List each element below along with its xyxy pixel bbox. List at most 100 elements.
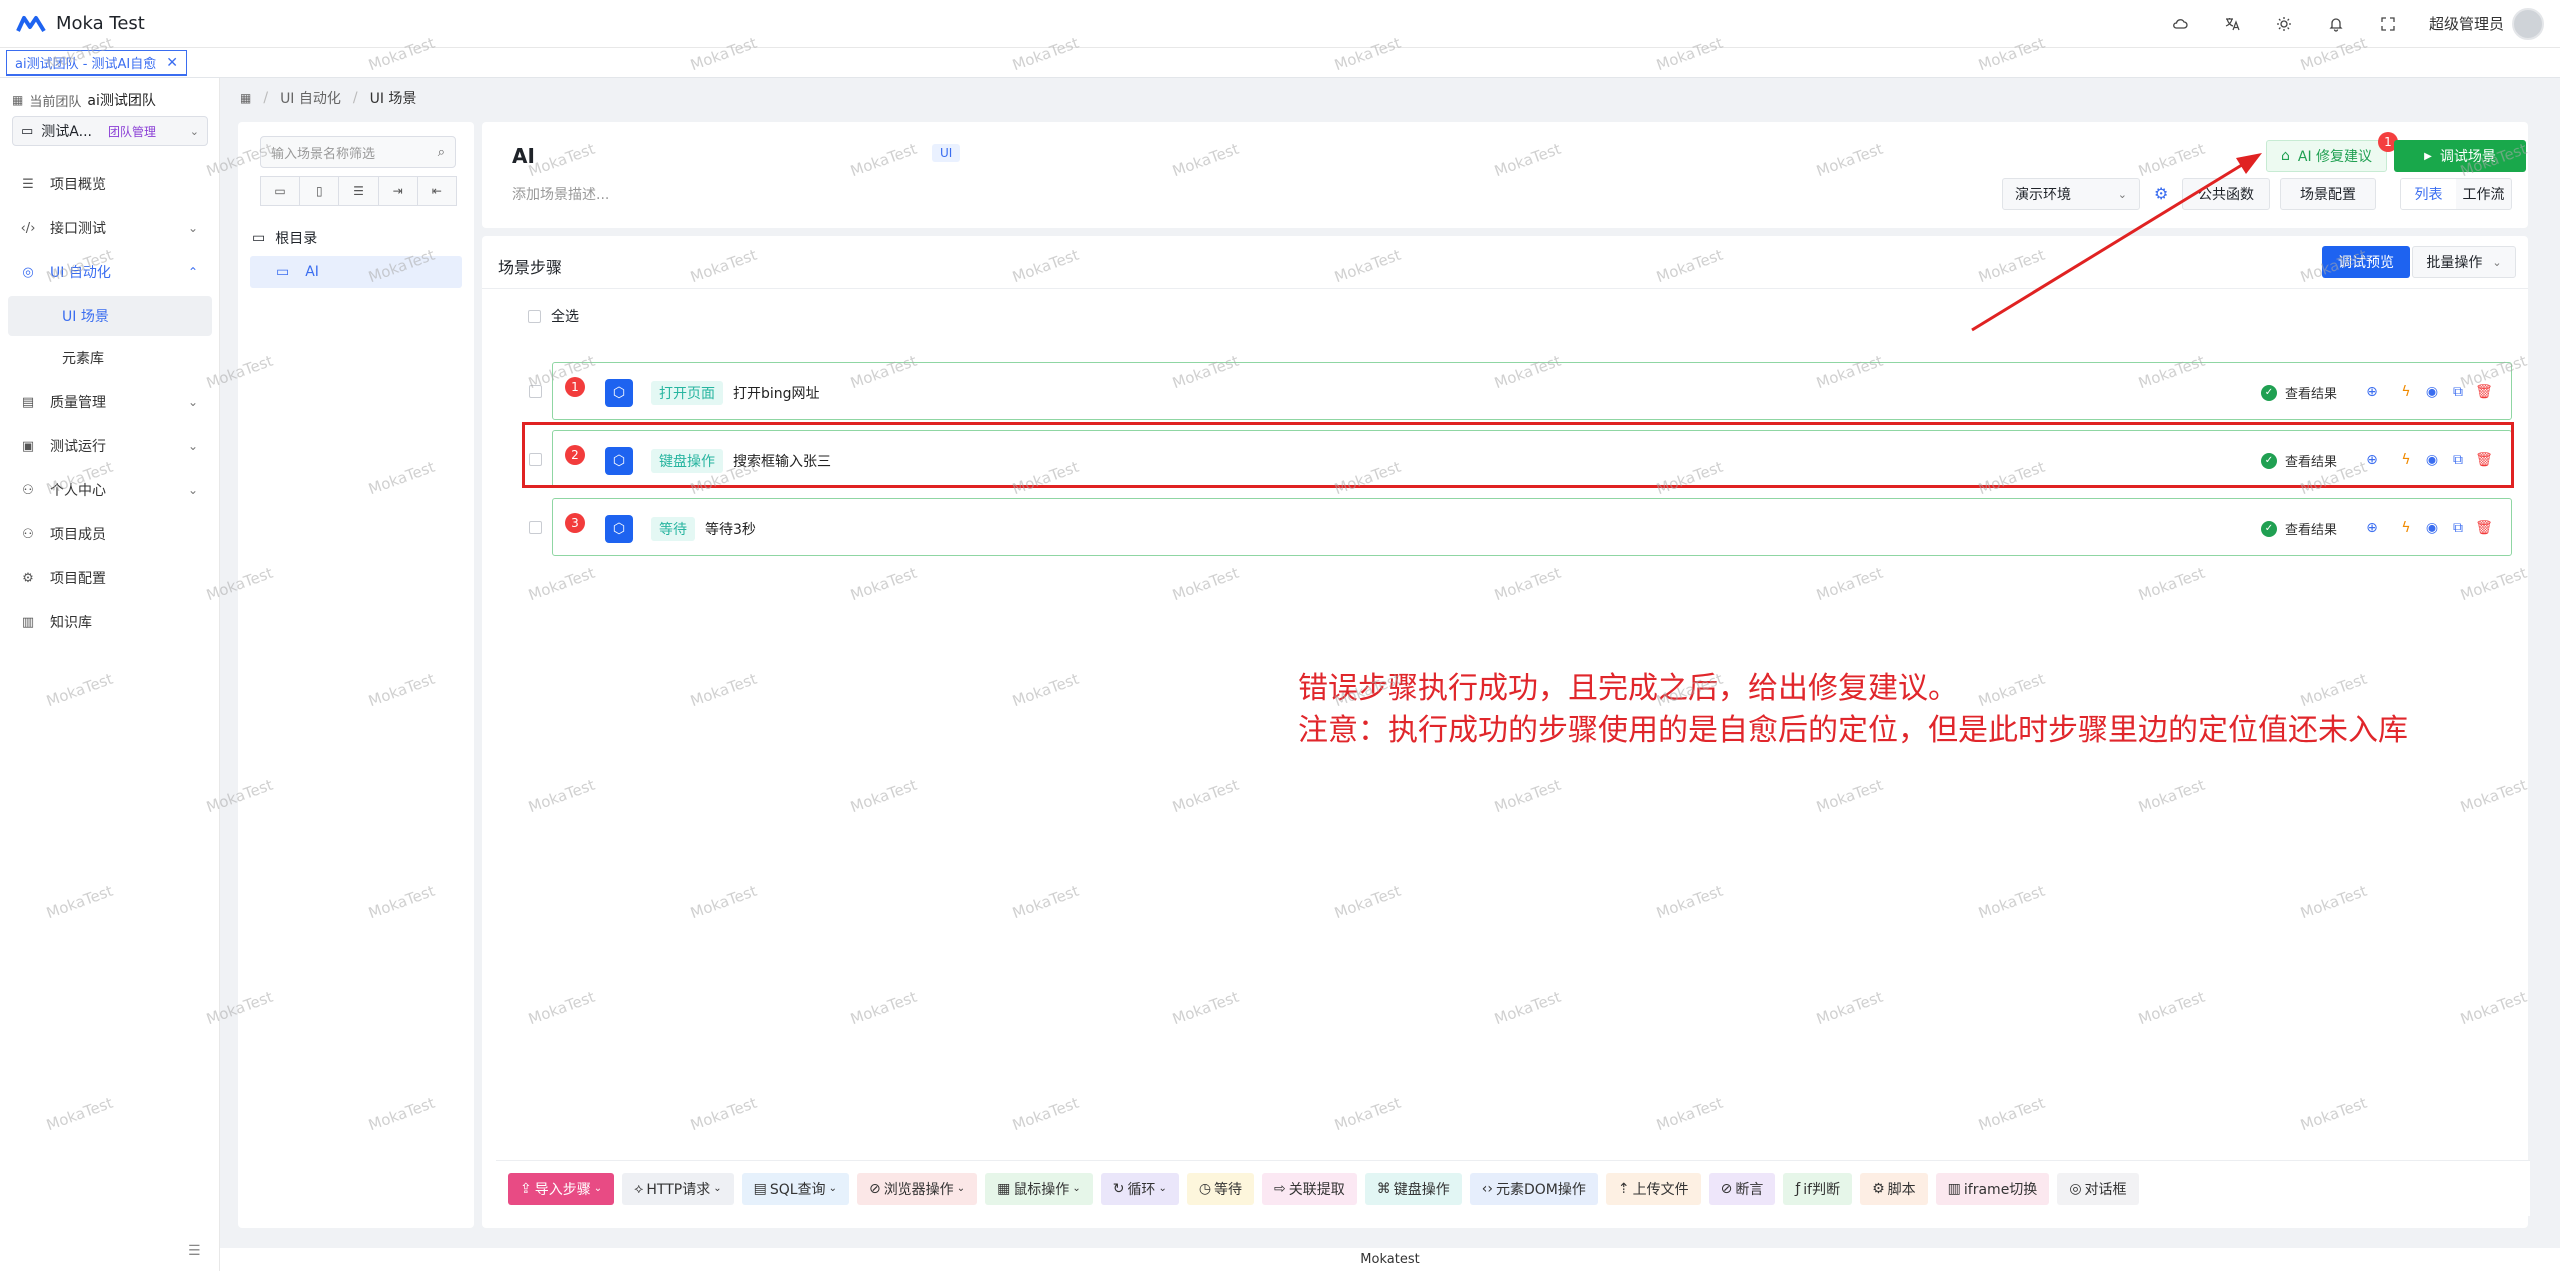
step-name[interactable]: 搜索框输入张三 — [733, 451, 831, 471]
step-type-icon: ▥ — [1947, 1180, 1961, 1197]
tab-ai-team[interactable]: ai测试团队 - 测试AI自愈 ✕ — [6, 50, 187, 76]
step-type-chip[interactable]: ‹› 元素DOM操作 — [1469, 1172, 1598, 1205]
public-functions-button[interactable]: 公共函数 — [2182, 178, 2270, 210]
delete-icon[interactable]: 🗑 — [2473, 517, 2495, 539]
select-all-checkbox[interactable] — [528, 309, 541, 323]
step-type-chip[interactable]: ⌘ 键盘操作 — [1364, 1172, 1462, 1205]
step-row[interactable]: 2 ⬡ 键盘操作 搜索框输入张三 ✓ 查看结果 ⊕ ϟ ◉ ⧉ 🗑 — [529, 430, 2512, 488]
step-type-chip[interactable]: ⊘ 断言 — [1708, 1172, 1776, 1205]
add-step-icon[interactable]: ⊕ — [2361, 381, 2383, 403]
project-select[interactable]: ▭ 测试A... 团队管理 ⌄ — [12, 116, 208, 146]
user-menu[interactable]: 超级管理员 — [2429, 7, 2544, 40]
batch-ops-button[interactable]: 批量操作 ⌄ — [2412, 246, 2516, 278]
env-select[interactable]: 演示环境 ⌄ — [2002, 178, 2140, 210]
step-type-chip[interactable]: ▤ SQL查询 ⌄ — [741, 1172, 849, 1205]
step-type-icon: ⬡ — [605, 379, 633, 407]
collapse-sidebar-icon[interactable]: ☰ — [188, 1243, 201, 1259]
step-type-chip[interactable]: ⟡ HTTP请求 ⌄ — [622, 1172, 734, 1205]
eye-icon[interactable]: ◉ — [2421, 449, 2443, 471]
step-type-label: 浏览器操作 — [883, 1181, 954, 1198]
sidebar-item-element-lib[interactable]: 元素库 — [8, 338, 212, 378]
tree-root[interactable]: ▭ 根目录 — [252, 228, 317, 248]
search-icon[interactable]: ⌕ — [438, 145, 445, 160]
step-type-chip[interactable]: ▥ iframe切换 — [1935, 1172, 2050, 1205]
sidebar-item-members[interactable]: ⚇ 项目成员 — [0, 512, 220, 556]
cloud-icon[interactable] — [2169, 13, 2191, 35]
chevron-down-icon: ⌄ — [187, 483, 198, 497]
env-settings-icon[interactable]: ⚙ — [2154, 184, 2168, 203]
run-scene-button[interactable]: ▶ 调试场景 — [2394, 140, 2526, 172]
view-result-link[interactable]: ✓ 查看结果 — [2261, 451, 2337, 470]
sidebar-item-test-run[interactable]: ▣ 测试运行 ⌄ — [0, 424, 220, 468]
step-checkbox[interactable] — [529, 521, 542, 534]
step-type-chip[interactable]: ⚙ 脚本 — [1860, 1172, 1928, 1205]
translate-icon[interactable] — [2221, 13, 2243, 35]
fullscreen-icon[interactable] — [2377, 13, 2399, 35]
scene-config-button[interactable]: 场景配置 — [2280, 178, 2376, 210]
delete-icon[interactable]: 🗑 — [2473, 449, 2495, 471]
lightning-icon[interactable]: ϟ — [2395, 449, 2417, 471]
add-step-icon[interactable]: ⊕ — [2361, 449, 2383, 471]
step-type-chip[interactable]: ▦ 鼠标操作 ⌄ — [985, 1172, 1093, 1205]
indent-icon[interactable]: ☰ — [338, 176, 379, 206]
tree-node-ai[interactable]: ▭ AI — [250, 256, 462, 288]
step-type-tag: 等待 — [651, 517, 695, 541]
debug-preview-button[interactable]: 调试预览 — [2322, 246, 2410, 278]
copy-icon[interactable]: ⧉ — [2447, 381, 2469, 403]
step-checkbox[interactable] — [529, 453, 542, 466]
chevron-down-icon: ⌄ — [2492, 255, 2502, 269]
step-name[interactable]: 打开bing网址 — [733, 383, 820, 403]
copy-icon[interactable]: ⧉ — [2447, 517, 2469, 539]
sidebar-item-personal[interactable]: ⚇ 个人中心 ⌄ — [0, 468, 220, 512]
copy-icon[interactable]: ⧉ — [2447, 449, 2469, 471]
app-logo[interactable]: Moka Test — [16, 13, 145, 34]
add-file-icon[interactable]: ▯ — [299, 176, 340, 206]
step-type-chip[interactable]: ƒ if判断 — [1783, 1172, 1853, 1205]
step-type-chip[interactable]: ◷ 等待 — [1186, 1172, 1255, 1205]
chevron-down-icon: ⌄ — [187, 395, 198, 409]
step-type-chip[interactable]: ◎ 对话框 — [2057, 1172, 2139, 1205]
sidebar-item-project-config[interactable]: ⚙ 项目配置 — [0, 556, 220, 600]
scene-title[interactable]: AI — [512, 144, 535, 168]
eye-icon[interactable]: ◉ — [2421, 517, 2443, 539]
scene-desc-input[interactable]: 添加场景描述... — [512, 184, 609, 204]
import-icon[interactable]: ⇥ — [377, 176, 418, 206]
lightning-icon[interactable]: ϟ — [2395, 381, 2417, 403]
step-checkbox[interactable] — [529, 385, 542, 398]
team-manage-link[interactable]: 团队管理 — [108, 123, 156, 140]
robot-icon: ⌂ — [2281, 148, 2290, 164]
sun-icon[interactable] — [2273, 13, 2295, 35]
sidebar-item-overview[interactable]: ☰ 项目概览 — [0, 162, 220, 206]
eye-icon[interactable]: ◉ — [2421, 381, 2443, 403]
sidebar-item-api-test[interactable]: ‹/› 接口测试 ⌄ — [0, 206, 220, 250]
lightning-icon[interactable]: ϟ — [2395, 517, 2417, 539]
view-list-tab[interactable]: 列表 — [2401, 179, 2456, 209]
sidebar-item-quality[interactable]: ▤ 质量管理 ⌄ — [0, 380, 220, 424]
breadcrumb-item[interactable]: UI 自动化 — [280, 88, 341, 108]
ai-fix-button[interactable]: ⌂ AI 修复建议 — [2266, 140, 2388, 172]
close-icon[interactable]: ✕ — [166, 55, 178, 71]
step-type-chip[interactable]: ↻ 循环 ⌄ — [1100, 1172, 1179, 1205]
view-result-link[interactable]: ✓ 查看结果 — [2261, 519, 2337, 538]
sidebar-item-knowledge[interactable]: ▥ 知识库 — [0, 600, 220, 644]
step-type-icon: ◎ — [2069, 1180, 2082, 1197]
scene-search-input[interactable]: 输入场景名称筛选 ⌕ — [260, 136, 456, 168]
step-row[interactable]: 1 ⬡ 打开页面 打开bing网址 ✓ 查看结果 ⊕ ϟ ◉ ⧉ 🗑 — [529, 362, 2512, 420]
step-row[interactable]: 3 ⬡ 等待 等待3秒 ✓ 查看结果 ⊕ ϟ ◉ ⧉ 🗑 — [529, 498, 2512, 556]
home-grid-icon[interactable]: ▦ — [240, 91, 251, 105]
step-type-chip[interactable]: ⊘ 浏览器操作 ⌄ — [856, 1172, 978, 1205]
select-all[interactable]: 全选 — [528, 306, 579, 326]
bell-icon[interactable] — [2325, 13, 2347, 35]
sidebar-item-ui-automation[interactable]: ◎ UI 自动化 ⌃ — [0, 250, 220, 294]
step-type-chip[interactable]: ⇡ 上传文件 — [1605, 1172, 1701, 1205]
step-type-chip[interactable]: ⇨ 关联提取 — [1262, 1172, 1357, 1205]
view-result-link[interactable]: ✓ 查看结果 — [2261, 383, 2337, 402]
delete-icon[interactable]: 🗑 — [2473, 381, 2495, 403]
step-type-chip[interactable]: ⇪ 导入步骤 ⌄ — [508, 1172, 615, 1205]
export-icon[interactable]: ⇤ — [416, 176, 458, 206]
add-folder-icon[interactable]: ▭ — [260, 176, 301, 206]
view-flow-tab[interactable]: 工作流 — [2456, 179, 2511, 209]
sidebar-item-ui-scene[interactable]: UI 场景 — [8, 296, 212, 336]
add-step-icon[interactable]: ⊕ — [2361, 517, 2383, 539]
step-name[interactable]: 等待3秒 — [705, 519, 756, 539]
